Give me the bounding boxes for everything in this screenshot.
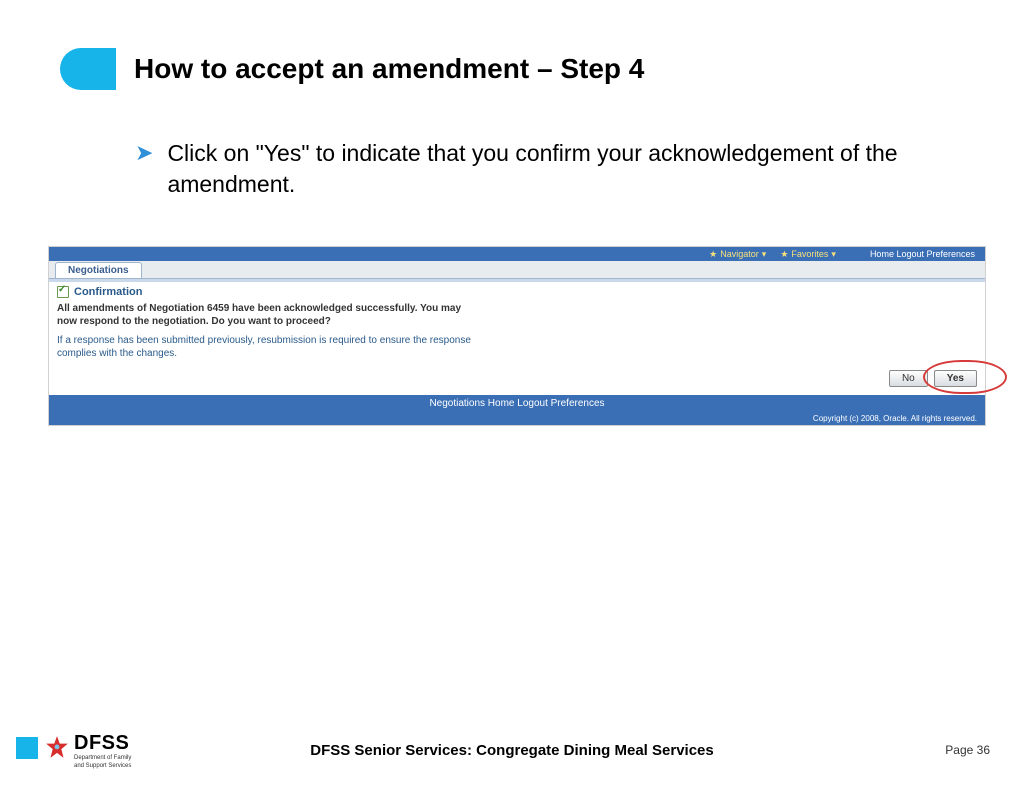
top-right-links[interactable]: Home Logout Preferences <box>870 249 975 259</box>
app-top-bar: ★Navigator ▾ ★Favorites ▾ Home Logout Pr… <box>49 247 985 261</box>
logo-text: DFSS <box>74 733 131 753</box>
favorites-menu[interactable]: ★Favorites ▾ <box>780 249 836 260</box>
no-button[interactable]: No <box>889 370 928 387</box>
title-accent-shape <box>60 48 116 90</box>
logo-subtext1: Department of Family <box>74 755 131 761</box>
page-number: Page 36 <box>945 743 990 757</box>
footer-title: DFSS Senior Services: Congregate Dining … <box>310 742 713 759</box>
confirmation-check-icon <box>57 286 69 298</box>
bullet-text: Click on "Yes" to indicate that you conf… <box>167 138 955 200</box>
confirmation-message: All amendments of Negotiation 6459 have … <box>49 302 479 334</box>
yes-button[interactable]: Yes <box>934 370 977 387</box>
star-icon: ★ <box>709 249 717 260</box>
logo-subtext2: and Support Services <box>74 763 131 769</box>
bullet-arrow-icon: ➤ <box>135 138 153 200</box>
logo-star-icon <box>44 735 70 761</box>
app-footer-links[interactable]: Negotiations Home Logout Preferences <box>49 395 985 412</box>
logo-square-icon <box>16 737 38 759</box>
confirmation-heading: Confirmation <box>74 286 142 298</box>
tab-row: Negotiations <box>49 261 985 279</box>
copyright-text: Copyright (c) 2008, Oracle. All rights r… <box>49 412 985 425</box>
confirmation-note: If a response has been submitted previou… <box>49 334 479 370</box>
star-icon: ★ <box>780 249 788 260</box>
slide-title: How to accept an amendment – Step 4 <box>134 53 644 85</box>
tab-negotiations[interactable]: Negotiations <box>55 262 142 278</box>
embedded-screenshot: ★Navigator ▾ ★Favorites ▾ Home Logout Pr… <box>48 246 986 426</box>
navigator-menu[interactable]: ★Navigator ▾ <box>709 249 766 260</box>
dfss-logo: DFSS Department of Family and Support Se… <box>16 733 131 769</box>
